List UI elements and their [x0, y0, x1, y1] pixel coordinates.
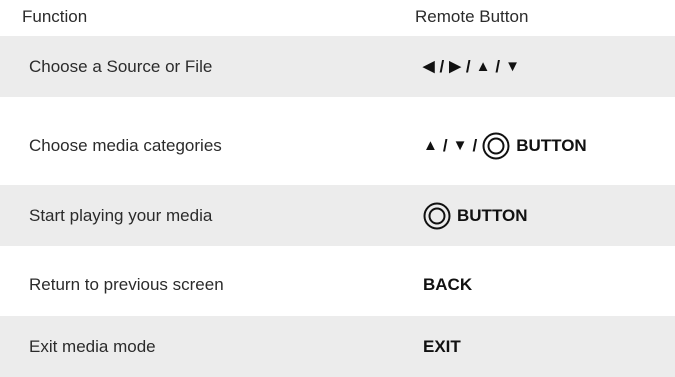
table-row: Choose media categories ▲ / ▼ / BUTTON [0, 115, 675, 176]
function-label: Start playing your media [29, 205, 213, 225]
separator: / [495, 56, 501, 76]
remote-button-cell: ▲ / ▼ / BUTTON [423, 132, 587, 160]
exit-button-label: EXIT [423, 336, 461, 356]
table-header: Function Remote Button [0, 0, 675, 36]
right-arrow-icon: ▶ [449, 58, 461, 75]
function-label: Exit media mode [29, 336, 156, 356]
separator: / [465, 56, 471, 76]
ok-button-icon [482, 132, 510, 160]
button-word: BUTTON [457, 205, 528, 225]
table-row: Return to previous screen BACK [0, 254, 675, 315]
button-word: BUTTON [516, 135, 587, 155]
table-row: Exit media mode EXIT [0, 316, 675, 377]
remote-button-column-header: Remote Button [415, 7, 529, 26]
separator: / [442, 135, 448, 155]
separator: / [439, 56, 445, 76]
separator: / [472, 135, 478, 155]
table-row: Choose a Source or File ◀ / ▶ / ▲ / ▼ [0, 36, 675, 97]
function-label: Choose a Source or File [29, 56, 213, 76]
function-column-header: Function [22, 7, 88, 26]
back-button-label: BACK [423, 274, 473, 294]
remote-button-cell: BACK [423, 275, 472, 295]
left-arrow-icon: ◀ [423, 58, 435, 75]
down-arrow-icon: ▼ [505, 58, 521, 75]
table-row: Start playing your media BUTTON [0, 185, 675, 246]
remote-function-table: Function Remote Button Choose a Source o… [0, 0, 675, 377]
up-arrow-icon: ▲ [475, 58, 491, 75]
down-arrow-icon: ▼ [452, 137, 468, 154]
function-label: Return to previous screen [29, 274, 224, 294]
remote-button-cell: EXIT [423, 337, 461, 357]
remote-button-cell: ◀ / ▶ / ▲ / ▼ [423, 57, 520, 77]
ok-button-icon [423, 202, 451, 230]
up-arrow-icon: ▲ [423, 137, 438, 154]
function-label: Choose media categories [29, 135, 222, 155]
remote-button-cell: BUTTON [423, 202, 528, 230]
